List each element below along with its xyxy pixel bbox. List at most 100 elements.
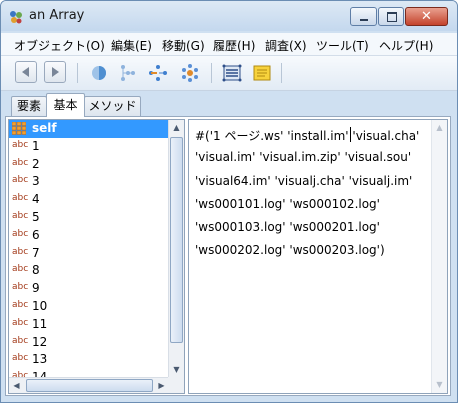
list-item-label: 7 (32, 245, 40, 260)
list-item[interactable]: abc 5 (9, 209, 170, 227)
value-text-area[interactable]: #('1 ページ.ws' 'install.im' 'visual.cha' '… (189, 120, 432, 393)
tab-methods[interactable]: メソッド (84, 96, 141, 116)
type-tag: abc (12, 175, 29, 186)
type-tag: abc (12, 264, 29, 275)
list-item[interactable]: abc 1 (9, 138, 170, 156)
value-line: 'visual64.im' 'visualj.cha' 'visualj.im' (195, 174, 413, 188)
inspector-window: an Array ✕ オブジェクト(O) 編集(E) 移動(G) 履歴(H) 調… (0, 0, 458, 403)
forward-icon (52, 67, 59, 77)
list-item[interactable]: abc 13 (9, 351, 170, 369)
type-tag: abc (12, 246, 29, 257)
menu-tools[interactable]: ツール(T) (316, 37, 369, 54)
menu-go[interactable]: 移動(G) (162, 37, 205, 54)
forward-button[interactable] (44, 61, 66, 83)
list-item[interactable]: abc 7 (9, 245, 170, 263)
type-tag: abc (12, 299, 29, 310)
value-line: 'ws000101.log' 'ws000102.log' (195, 197, 380, 211)
scroll-down-icon[interactable]: ▼ (169, 362, 184, 378)
value-line: 'ws000103.log' 'ws000201.log' (195, 220, 380, 234)
list-item[interactable]: abc 6 (9, 227, 170, 245)
menu-object[interactable]: オブジェクト(O) (14, 37, 105, 54)
references-icon[interactable] (147, 62, 169, 84)
scroll-up-icon[interactable]: ▲ (432, 120, 447, 136)
list-item[interactable]: abc 4 (9, 191, 170, 209)
list-item-label: 6 (32, 227, 40, 242)
scroll-right-icon[interactable]: ▶ (154, 378, 169, 393)
list-item-label: 5 (32, 209, 40, 224)
menu-bar: オブジェクト(O) 編集(E) 移動(G) 履歴(H) 調査(X) ツール(T)… (1, 33, 457, 56)
list-item-label: 3 (32, 174, 40, 189)
tab-basic[interactable]: 基本 (46, 93, 85, 117)
close-icon: ✕ (421, 9, 432, 24)
list-item-label: 12 (32, 334, 48, 349)
window-title: an Array (29, 8, 85, 23)
scrollbar-thumb[interactable] (170, 137, 183, 343)
list-item[interactable]: abc 12 (9, 334, 170, 352)
type-tag: abc (12, 139, 29, 150)
list-item[interactable]: abc 8 (9, 262, 170, 280)
list-item-label: 13 (32, 352, 48, 367)
type-tag: abc (12, 228, 29, 239)
field-list[interactable]: self abc 1 abc 2 abc 3 abc 4 abc 5 abc 6 abc 7 abc 8 abc… (9, 120, 170, 379)
list-item-self[interactable]: self (9, 120, 170, 138)
close-button[interactable]: ✕ (405, 7, 448, 26)
list-item-label: 11 (32, 316, 48, 331)
browse-icon[interactable] (221, 62, 243, 84)
value-pane: #('1 ページ.ws' 'install.im' 'visual.cha' '… (188, 119, 448, 394)
maximize-icon (379, 8, 403, 25)
scrollbar-corner (168, 377, 184, 393)
field-list-pane: self abc 1 abc 2 abc 3 abc 4 abc 5 abc 6 abc 7 abc 8 abc… (8, 119, 185, 394)
list-item[interactable]: abc 3 (9, 173, 170, 191)
type-tag: abc (12, 193, 29, 204)
type-tag: abc (12, 335, 29, 346)
list-item-label: 2 (32, 156, 40, 171)
value-line: #('1 ページ.ws' 'install.im' 'visual.cha' (195, 129, 420, 143)
scroll-up-icon[interactable]: ▲ (169, 120, 184, 136)
back-icon (22, 67, 29, 77)
tab-elements[interactable]: 要素 (11, 96, 47, 116)
maximize-button[interactable] (378, 7, 404, 26)
toolbar (1, 56, 457, 91)
scroll-left-icon[interactable]: ◀ (9, 378, 24, 393)
app-icon (10, 11, 22, 24)
menu-edit[interactable]: 編集(E) (111, 37, 152, 54)
text-caret (350, 127, 351, 142)
type-tag: abc (12, 282, 29, 293)
field-list-vertical-scrollbar[interactable]: ▲ ▼ (168, 120, 184, 379)
list-item-label: 9 (32, 281, 40, 296)
minimize-button[interactable] (350, 7, 377, 26)
value-line: 'ws000202.log' 'ws000203.log') (195, 243, 385, 257)
title-bar[interactable]: an Array ✕ (1, 1, 457, 31)
notes-icon[interactable] (251, 62, 273, 84)
scroll-down-icon[interactable]: ▼ (432, 377, 447, 393)
back-button[interactable] (15, 61, 37, 83)
list-item-label: 4 (32, 192, 40, 207)
tab-bar: 要素 基本 メソッド (1, 93, 457, 117)
list-item-label: 1 (32, 138, 40, 153)
minimize-icon (351, 8, 376, 25)
explore-icon[interactable] (179, 62, 201, 84)
menu-help[interactable]: ヘルプ(H) (379, 37, 433, 54)
toolbar-separator (211, 63, 212, 83)
toolbar-separator (281, 63, 282, 83)
array-grid-icon (12, 122, 26, 135)
value-line: 'visual.im' 'visual.im.zip' 'visual.sou' (195, 150, 412, 164)
type-tag: abc (12, 317, 29, 328)
menu-history[interactable]: 履歴(H) (213, 37, 255, 54)
list-item-label: self (32, 121, 57, 135)
list-item[interactable]: abc 10 (9, 298, 170, 316)
field-list-horizontal-scrollbar[interactable]: ◀ ▶ (9, 377, 170, 393)
type-tag: abc (12, 157, 29, 168)
list-item[interactable]: abc 11 (9, 316, 170, 334)
type-tag: abc (12, 353, 29, 364)
inspect-icon[interactable] (88, 62, 110, 84)
scrollbar-thumb[interactable] (26, 379, 153, 392)
inspector-content: self abc 1 abc 2 abc 3 abc 4 abc 5 abc 6 abc 7 abc 8 abc… (5, 116, 451, 396)
toolbar-separator (77, 63, 78, 83)
menu-investigate[interactable]: 調査(X) (265, 37, 307, 54)
value-pane-scrollbar[interactable]: ▲ ▼ (431, 120, 447, 393)
hierarchy-icon[interactable] (117, 62, 139, 84)
list-item[interactable]: abc 2 (9, 156, 170, 174)
list-item[interactable]: abc 9 (9, 280, 170, 298)
list-item-label: 8 (32, 263, 40, 278)
